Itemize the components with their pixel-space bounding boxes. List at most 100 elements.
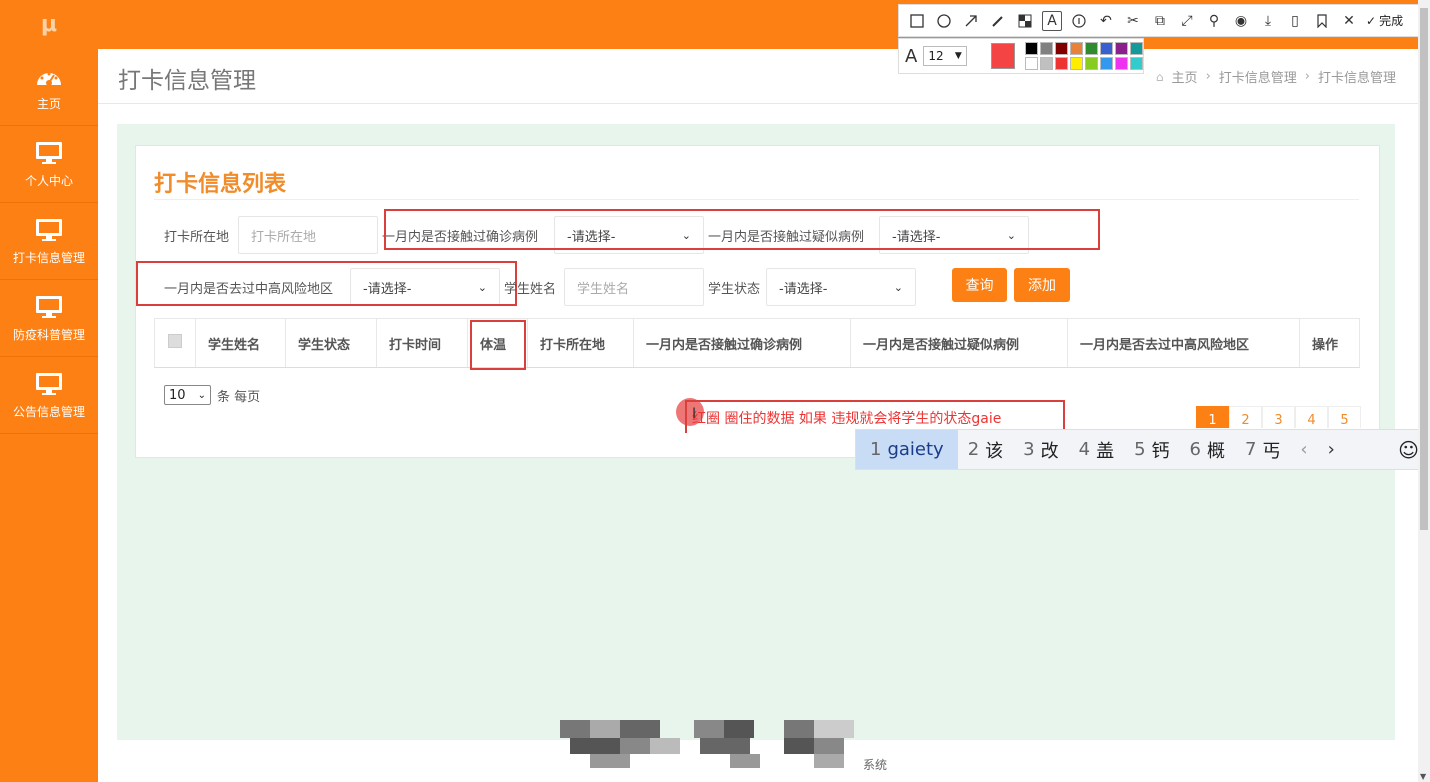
column-header[interactable]: 打卡时间 <box>377 319 468 367</box>
page-button[interactable]: 1 <box>1196 406 1229 428</box>
color-swatch[interactable] <box>1070 57 1083 70</box>
sidebar-item-checkin[interactable]: 打卡信息管理 <box>0 203 98 280</box>
breadcrumb-item[interactable]: 打卡信息管理 <box>1219 67 1297 86</box>
mosaic-tool-icon[interactable] <box>1015 11 1035 31</box>
caret-down-icon: ▼ <box>954 51 962 61</box>
scissors-icon[interactable]: ✂ <box>1123 11 1143 31</box>
page-size-select[interactable]: 10 ⌄ <box>164 385 211 405</box>
page-size-value: 10 <box>169 387 186 403</box>
scroll-down-icon[interactable]: ▼ <box>1420 772 1426 781</box>
ime-candidate[interactable]: 5钙 <box>1124 430 1179 469</box>
page-button[interactable]: 4 <box>1295 406 1328 428</box>
divider <box>154 199 1359 200</box>
page-button[interactable]: 5 <box>1328 406 1361 428</box>
sidebar-item-label: 主页 <box>36 96 61 111</box>
bookmark-icon[interactable] <box>1312 11 1332 31</box>
vertical-scrollbar[interactable]: ▼ <box>1418 0 1430 782</box>
translate-icon[interactable]: ⧉ <box>1150 11 1170 31</box>
pen-tool-icon[interactable] <box>988 11 1008 31</box>
undo-icon[interactable]: ↶ <box>1096 11 1116 31</box>
color-swatch[interactable] <box>1130 57 1143 70</box>
page-size-control: 10 ⌄ 条 每页 <box>164 385 260 405</box>
color-swatch[interactable] <box>1100 42 1113 55</box>
color-swatch[interactable] <box>1115 57 1128 70</box>
breadcrumb-item-home[interactable]: 主页 <box>1172 67 1198 86</box>
column-header[interactable]: 学生状态 <box>286 319 377 367</box>
page-header: 打卡信息管理 ⌂ 主页 › 打卡信息管理 › 打卡信息管理 <box>98 49 1418 104</box>
color-swatch[interactable] <box>1025 57 1038 70</box>
annotation-text: 红圈 圈住的数据 如果 违规就会将学生的状态gaie <box>692 411 1002 427</box>
text-tool-icon[interactable]: A <box>1042 10 1062 31</box>
dashboard-icon <box>35 63 63 89</box>
sidebar-item-notice[interactable]: 公告信息管理 <box>0 357 98 434</box>
record-icon[interactable]: ◉ <box>1231 11 1251 31</box>
color-swatch[interactable] <box>1115 42 1128 55</box>
add-button[interactable]: 添加 <box>1014 268 1070 302</box>
sidebar-item-science[interactable]: 防疫科普管理 <box>0 280 98 357</box>
check-icon: ✓ <box>1366 13 1377 28</box>
column-header[interactable]: 一月内是否接触过确诊病例 <box>634 319 851 367</box>
color-swatch[interactable] <box>1085 57 1098 70</box>
color-swatch[interactable] <box>1085 42 1098 55</box>
ime-next-icon[interactable]: › <box>1318 439 1345 460</box>
select-all-checkbox[interactable] <box>168 334 182 348</box>
color-swatch[interactable] <box>1055 57 1068 70</box>
annotation-red-box <box>384 209 1100 250</box>
page-button[interactable]: 3 <box>1262 406 1295 428</box>
color-swatch[interactable] <box>1025 42 1038 55</box>
ellipse-tool-icon[interactable] <box>934 11 954 31</box>
ime-candidate[interactable]: 2该 <box>958 430 1013 469</box>
location-label: 打卡所在地 <box>164 230 230 245</box>
location-input[interactable]: 打卡所在地 <box>238 216 378 254</box>
download-icon[interactable]: ⤓ <box>1258 11 1278 31</box>
screenshot-toolbar: A ↶ ✂ ⧉ ⤢ ⚲ ◉ ⤓ ▯ ✕ ✓ 完成 <box>898 4 1430 37</box>
sidebar-item-home[interactable]: 主页 <box>0 49 98 126</box>
ime-candidate[interactable]: 3改 <box>1013 430 1068 469</box>
query-button[interactable]: 查询 <box>952 268 1007 302</box>
color-swatch[interactable] <box>1070 42 1083 55</box>
name-input[interactable]: 学生姓名 <box>564 268 704 306</box>
color-swatch[interactable] <box>1055 42 1068 55</box>
ime-prev-icon[interactable]: ‹ <box>1290 439 1317 460</box>
ime-candidate[interactable]: 6概 <box>1180 430 1235 469</box>
text-cursor-icon: I <box>692 406 697 422</box>
page-button[interactable]: 2 <box>1229 406 1262 428</box>
color-swatch[interactable] <box>1100 57 1113 70</box>
ime-candidate[interactable]: 1 gaiety <box>856 430 958 469</box>
chevron-down-icon: ⌄ <box>893 280 903 294</box>
done-button[interactable]: ✓ 完成 <box>1366 12 1403 29</box>
annotation-red-box <box>470 320 526 370</box>
page-title: 打卡信息管理 <box>118 67 256 93</box>
column-header[interactable]: 一月内是否去过中高风险地区 <box>1068 319 1300 367</box>
color-palette <box>1025 42 1143 70</box>
scrollbar-thumb[interactable] <box>1420 8 1428 530</box>
column-header[interactable]: 学生姓名 <box>196 319 286 367</box>
column-header[interactable]: 一月内是否接触过疑似病例 <box>851 319 1068 367</box>
column-header[interactable]: 打卡所在地 <box>528 319 634 367</box>
pin-icon[interactable]: ⚲ <box>1204 11 1224 31</box>
annotation-red-box <box>136 261 517 306</box>
rectangle-tool-icon[interactable] <box>907 11 927 31</box>
sidebar-item-label: 公告信息管理 <box>12 404 85 419</box>
fit-screen-icon[interactable]: ⤢ <box>1177 11 1197 31</box>
close-icon[interactable]: ✕ <box>1339 11 1359 31</box>
breadcrumb-item-current: 打卡信息管理 <box>1317 71 1396 86</box>
number-marker-icon[interactable] <box>1069 11 1089 31</box>
ime-candidate[interactable]: 4盖 <box>1069 430 1124 469</box>
current-color-swatch[interactable] <box>990 43 1015 69</box>
status-select-value: -请选择- <box>779 281 828 297</box>
sidebar-item-profile[interactable]: 个人中心 <box>0 126 98 203</box>
font-size-select[interactable]: 12 ▼ <box>923 46 967 66</box>
color-swatch[interactable] <box>1040 57 1053 70</box>
color-swatch[interactable] <box>1040 42 1053 55</box>
sidebar-item-label: 个人中心 <box>24 173 73 188</box>
ime-candidate[interactable]: 7丐 <box>1235 430 1290 469</box>
pagination: 1 2 3 4 5 <box>1196 406 1361 428</box>
arrow-tool-icon[interactable] <box>961 11 981 31</box>
color-swatch[interactable] <box>1130 42 1143 55</box>
chevron-right-icon: › <box>1304 69 1310 84</box>
card-title: 打卡信息列表 <box>154 172 287 197</box>
sidebar: 主页 个人中心 打卡信息管理 防疫科普管理 公告信息管理 <box>0 49 98 782</box>
phone-icon[interactable]: ▯ <box>1285 11 1305 31</box>
status-select[interactable]: -请选择- ⌄ <box>766 268 916 306</box>
